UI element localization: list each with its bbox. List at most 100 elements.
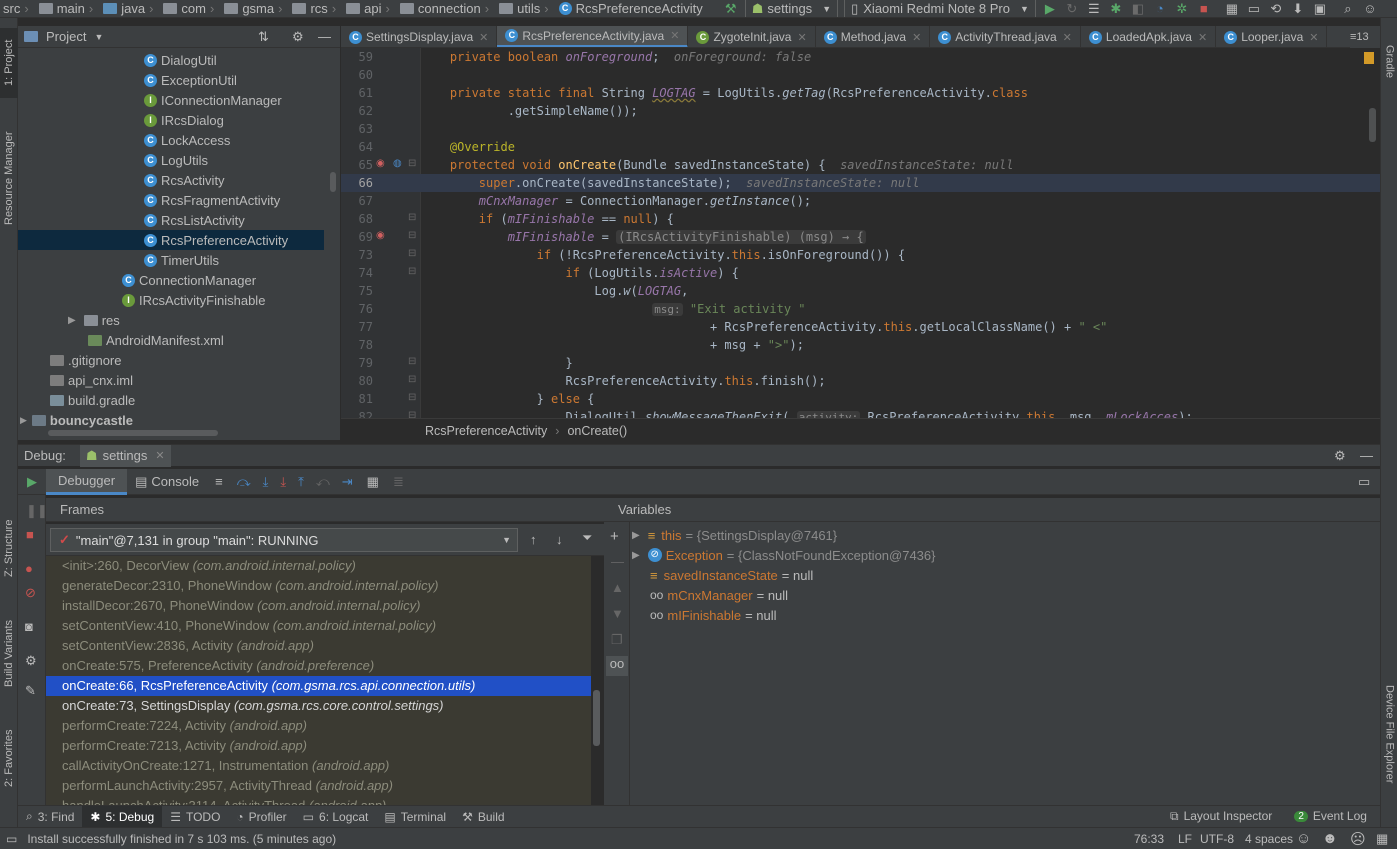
- tool-window-button[interactable]: ▤ Terminal: [376, 806, 454, 828]
- expand-arrow-icon[interactable]: ▶: [68, 315, 76, 326]
- tree-item[interactable]: I IConnectionManager: [18, 90, 324, 110]
- collapse-all-icon[interactable]: ⇅: [258, 29, 269, 45]
- editor-tab[interactable]: C RcsPreferenceActivity.java ✕: [497, 26, 689, 47]
- sync-gradle-icon[interactable]: ⟲: [1265, 0, 1287, 17]
- expand-arrow-icon[interactable]: ▶: [20, 415, 27, 426]
- tree-item[interactable]: C ConnectionManager: [18, 270, 324, 290]
- stop-icon[interactable]: ■: [1193, 0, 1215, 17]
- fold-icon[interactable]: ⊟: [408, 374, 416, 385]
- close-icon[interactable]: ✕: [479, 31, 488, 44]
- frames-scrollbar[interactable]: [593, 690, 600, 746]
- arrow-up-icon[interactable]: ▲: [611, 580, 624, 595]
- crumb-connection[interactable]: connection ›: [397, 1, 496, 16]
- tool-window-button[interactable]: ▭ 6: Logcat: [295, 806, 377, 828]
- crumb-com[interactable]: com ›: [160, 1, 221, 16]
- error-stripe-marker[interactable]: [1364, 52, 1374, 64]
- gear-icon[interactable]: ⚙: [1334, 448, 1346, 464]
- editor-tab[interactable]: C ActivityThread.java ✕: [930, 26, 1081, 47]
- rerun-icon[interactable]: ↻: [1061, 0, 1083, 17]
- tree-item[interactable]: I IRcsDialog: [18, 110, 324, 130]
- stop-icon[interactable]: ■: [26, 527, 34, 542]
- editor-tab[interactable]: C ZygoteInit.java ✕: [688, 26, 816, 47]
- project-tool-button[interactable]: 1: Project: [0, 28, 18, 98]
- tree-scrollbar[interactable]: [48, 430, 218, 436]
- camera-icon[interactable]: ◙: [25, 619, 33, 634]
- frame-row[interactable]: performCreate:7213, Activity (android.ap…: [46, 736, 591, 756]
- account-icon[interactable]: ☺: [1359, 0, 1381, 17]
- frame-row[interactable]: setContentView:410, PhoneWindow (com.and…: [46, 616, 591, 636]
- tool-window-button[interactable]: ⚒ Build: [454, 806, 512, 828]
- tree-item[interactable]: .gitignore: [18, 350, 324, 370]
- tree-vscrollbar[interactable]: [330, 172, 336, 192]
- sdk-manager-icon[interactable]: ⬇: [1287, 0, 1309, 17]
- project-panel-title[interactable]: Project: [46, 29, 86, 44]
- plus-icon[interactable]: +: [610, 528, 619, 545]
- variable-row[interactable]: ▶ ≡ this = {SettingsDisplay@7461}: [632, 525, 837, 545]
- crumb-src[interactable]: src ›: [0, 1, 36, 16]
- editor-tab[interactable]: C LoadedApk.java ✕: [1081, 26, 1217, 47]
- run-to-cursor-icon[interactable]: ⇥: [342, 474, 353, 490]
- tree-item[interactable]: C RcsFragmentActivity: [18, 190, 324, 210]
- step-into-icon[interactable]: ⤓: [263, 474, 269, 490]
- tab-console[interactable]: ▤ Console: [127, 469, 207, 495]
- device-select[interactable]: ▯ Xiaomi Redmi Note 8 Pro ▼: [844, 0, 1036, 17]
- crumb-api[interactable]: api ›: [343, 1, 397, 16]
- project-structure-icon[interactable]: ▦: [1221, 0, 1243, 17]
- device-manager-icon[interactable]: ▣: [1309, 0, 1331, 17]
- event-log-button[interactable]: 2 Event Log: [1294, 809, 1367, 823]
- view-breakpoints-icon[interactable]: ●: [25, 561, 33, 576]
- tool-window-button[interactable]: ✱ 5: Debug: [82, 805, 163, 828]
- arrow-up-icon[interactable]: ↑: [530, 532, 537, 547]
- fold-icon[interactable]: ⊟: [408, 248, 416, 259]
- override-marker-icon[interactable]: ◉: [376, 158, 385, 169]
- close-icon[interactable]: ✕: [1063, 31, 1072, 44]
- pause-icon[interactable]: ❚❚: [26, 503, 48, 519]
- glasses-icon[interactable]: oo: [606, 656, 628, 676]
- fold-icon[interactable]: ⊟: [408, 212, 416, 223]
- resume-icon[interactable]: ▶: [18, 474, 46, 490]
- frame-row[interactable]: handleLaunchActivity:3114, ActivityThrea…: [46, 796, 591, 805]
- arrow-down-icon[interactable]: ▼: [611, 606, 624, 621]
- fold-icon[interactable]: ⊟: [408, 356, 416, 367]
- frown-icon[interactable]: ☹: [1350, 830, 1366, 848]
- breadcrumb-method[interactable]: onCreate(): [567, 424, 627, 438]
- variable-row[interactable]: ▶ ⊘ Exception = {ClassNotFoundException@743…: [632, 545, 936, 565]
- frame-row[interactable]: setContentView:2836, Activity (android.a…: [46, 636, 591, 656]
- code-editor[interactable]: private boolean onForeground; onForegrou…: [421, 48, 1380, 418]
- frame-row[interactable]: <init>:260, DecorView (com.android.inter…: [46, 556, 591, 576]
- file-encoding[interactable]: UTF-8: [1200, 832, 1234, 846]
- tree-item[interactable]: ▶ res: [18, 310, 324, 330]
- debug-session-tab[interactable]: ☗ settings ✕: [79, 444, 171, 467]
- arrow-down-icon[interactable]: ↓: [556, 532, 563, 547]
- tab-debugger[interactable]: Debugger: [46, 468, 128, 495]
- layout-inspector-button[interactable]: ⧉ Layout Inspector: [1170, 809, 1272, 824]
- trace-icon[interactable]: ≣: [393, 474, 404, 490]
- editor-gutter[interactable]: 59 60 61 62 63 64 65 66 67 68 69 73 74 75 76 77 78 79 80 81…: [341, 48, 421, 424]
- structure-tool-button[interactable]: Z: Structure: [0, 508, 18, 588]
- breadcrumb-class[interactable]: RcsPreferenceActivity: [425, 424, 547, 438]
- close-icon[interactable]: ✕: [670, 29, 679, 42]
- crumb-rcs[interactable]: rcs ›: [289, 1, 343, 16]
- fold-icon[interactable]: ⊟: [408, 266, 416, 277]
- tree-item[interactable]: C RcsListActivity: [18, 210, 324, 230]
- tree-item[interactable]: ▶ bouncycastle: [18, 410, 324, 430]
- apply-changes-icon[interactable]: ☰: [1083, 0, 1105, 17]
- tabs-overflow-button[interactable]: ≡13: [1350, 26, 1380, 48]
- frame-row[interactable]: onCreate:575, PreferenceActivity (androi…: [46, 656, 591, 676]
- layout-icon[interactable]: ▭: [1358, 474, 1370, 490]
- tool-window-button[interactable]: ☰ TODO: [162, 806, 228, 828]
- step-over-icon[interactable]: ⤼: [237, 474, 251, 490]
- pin-icon[interactable]: ✎: [25, 683, 36, 699]
- debug-bug-icon[interactable]: ✱: [1105, 0, 1127, 17]
- tool-window-button[interactable]: ⌕ 3: Find: [18, 806, 82, 828]
- crumb-gsma[interactable]: gsma ›: [221, 1, 289, 16]
- crumb-main[interactable]: main ›: [36, 1, 101, 16]
- frame-row[interactable]: performLaunchActivity:2957, ActivityThre…: [46, 776, 591, 796]
- step-out-icon[interactable]: ⤒: [298, 474, 304, 490]
- hide-icon[interactable]: —: [318, 29, 331, 44]
- editor-tab[interactable]: C SettingsDisplay.java ✕: [341, 26, 498, 47]
- hide-icon[interactable]: —: [1360, 448, 1373, 463]
- run-icon[interactable]: ▶: [1039, 0, 1061, 17]
- cursor-position[interactable]: 76:33: [1134, 832, 1164, 846]
- variable-row[interactable]: oo mIFinishable = null: [650, 605, 777, 625]
